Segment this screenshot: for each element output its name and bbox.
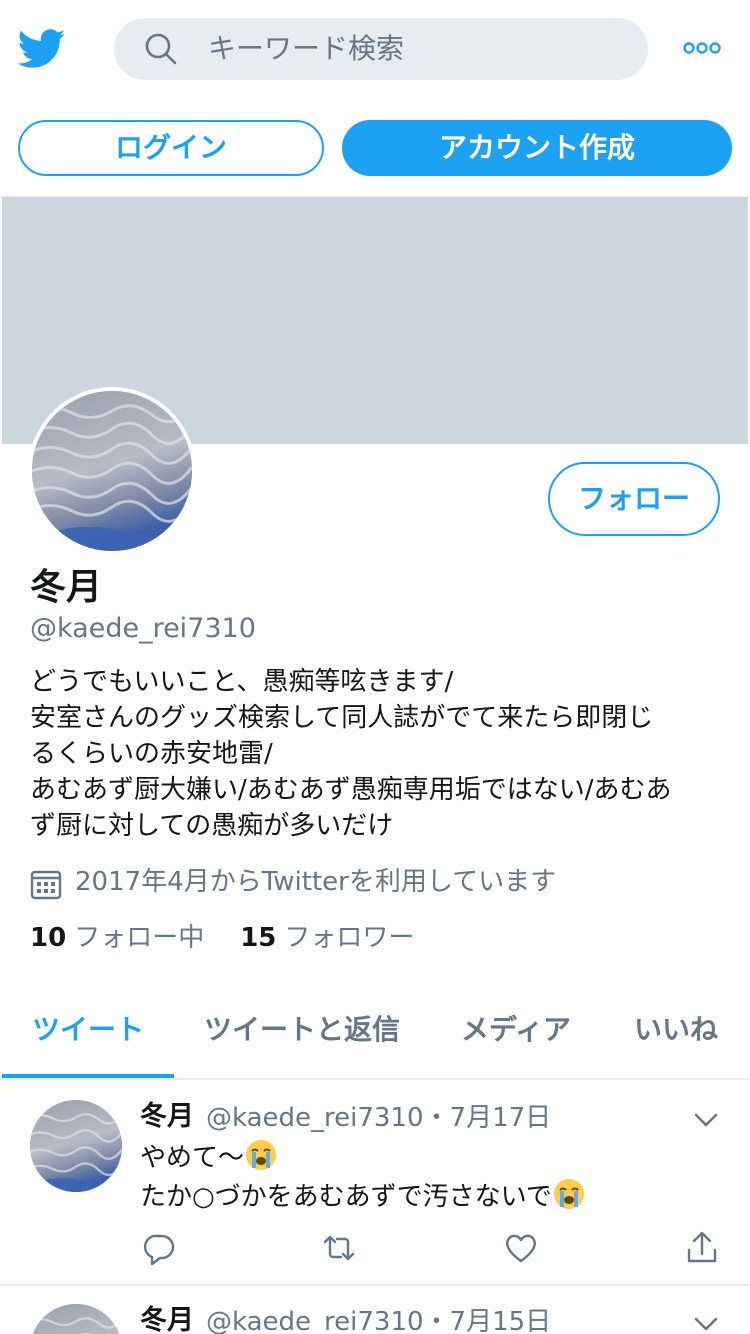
followers-label: フォロワー bbox=[284, 923, 415, 953]
profile-handle: @kaede_rei7310 bbox=[30, 613, 256, 644]
bio-line: 安室さんのグッズ検索して同人誌がでて来たら即閉じ bbox=[30, 703, 654, 733]
search-placeholder: キーワード検索 bbox=[208, 32, 405, 65]
tab-media[interactable]: メディア bbox=[461, 1012, 571, 1048]
bio-line: ず厨に対しての愚痴が多いだけ bbox=[30, 811, 394, 841]
tweet[interactable]: 冬月 @kaede_rei7310・7月17日 やめて～ たか○づかをあむあずで… bbox=[0, 1082, 750, 1286]
heart-icon[interactable] bbox=[503, 1230, 539, 1266]
tweet-author-name[interactable]: 冬月 bbox=[140, 1304, 194, 1334]
login-button[interactable]: ログイン bbox=[18, 120, 324, 176]
chevron-down-icon[interactable] bbox=[694, 1316, 718, 1332]
tweet-meta: @kaede_rei7310・7月15日 bbox=[206, 1307, 552, 1334]
profile-tabs: ツイート ツイートと返信 メディア いいね bbox=[0, 996, 750, 1080]
tweet-author-name[interactable]: 冬月 bbox=[140, 1100, 194, 1134]
top-bar: キーワード検索 bbox=[0, 0, 750, 100]
following-label: フォロー中 bbox=[74, 923, 205, 953]
search-bar[interactable]: キーワード検索 bbox=[114, 18, 648, 80]
chevron-down-icon[interactable] bbox=[694, 1112, 718, 1128]
profile-bio: どうでもいいこと、愚痴等呟きます/ 安室さんのグッズ検索して同人誌がでて来たら即… bbox=[30, 664, 730, 844]
tweet-avatar[interactable] bbox=[30, 1100, 122, 1192]
profile-name: 冬月 bbox=[30, 567, 103, 608]
following-link[interactable]: 10 フォロー中 bbox=[30, 923, 204, 953]
join-date-text: 2017年4月からTwitterを利用しています bbox=[75, 867, 557, 897]
followers-link[interactable]: 15 フォロワー bbox=[240, 923, 414, 953]
tab-tweets[interactable]: ツイート bbox=[32, 1012, 144, 1048]
share-icon[interactable] bbox=[684, 1230, 720, 1266]
retweet-icon[interactable] bbox=[321, 1230, 357, 1266]
tweet-line: やめて～ bbox=[140, 1143, 245, 1173]
tab-tweets-and-replies[interactable]: ツイートと返信 bbox=[204, 1012, 400, 1048]
active-tab-indicator bbox=[2, 1074, 174, 1078]
search-icon bbox=[145, 33, 177, 65]
tweet-text: やめて～ たか○づかをあむあずで汚さないで bbox=[140, 1138, 586, 1216]
follow-stats: 10 フォロー中 15 フォロワー bbox=[30, 920, 414, 956]
tweet[interactable]: 冬月 @kaede_rei7310・7月15日 bbox=[0, 1286, 750, 1334]
tweet-line: たか○づかをあむあずで汚さないで bbox=[140, 1182, 552, 1212]
follow-button[interactable]: フォロー bbox=[548, 462, 720, 536]
followers-count: 15 bbox=[240, 923, 277, 953]
bio-line: どうでもいいこと、愚痴等呟きます/ bbox=[30, 667, 454, 697]
tweet-meta: @kaede_rei7310・7月17日 bbox=[206, 1103, 552, 1133]
tab-likes[interactable]: いいね bbox=[634, 1012, 718, 1048]
tweet-avatar[interactable] bbox=[30, 1304, 122, 1334]
create-account-button[interactable]: アカウント作成 bbox=[342, 120, 732, 176]
more-dots-icon[interactable] bbox=[682, 38, 722, 58]
twitter-bird-icon[interactable] bbox=[18, 28, 66, 70]
tweet-actions bbox=[140, 1230, 720, 1266]
reply-icon[interactable] bbox=[140, 1230, 176, 1266]
loudly-crying-face-icon bbox=[553, 1179, 584, 1209]
bio-line: るくらいの赤安地雷/ bbox=[30, 739, 273, 769]
calendar-icon bbox=[30, 870, 62, 900]
following-count: 10 bbox=[30, 923, 67, 953]
loudly-crying-face-icon bbox=[246, 1140, 277, 1170]
bio-line: あむあず厨大嫌い/あむあず愚痴専用垢ではない/あむあ bbox=[30, 775, 672, 805]
profile-avatar[interactable] bbox=[28, 387, 196, 555]
